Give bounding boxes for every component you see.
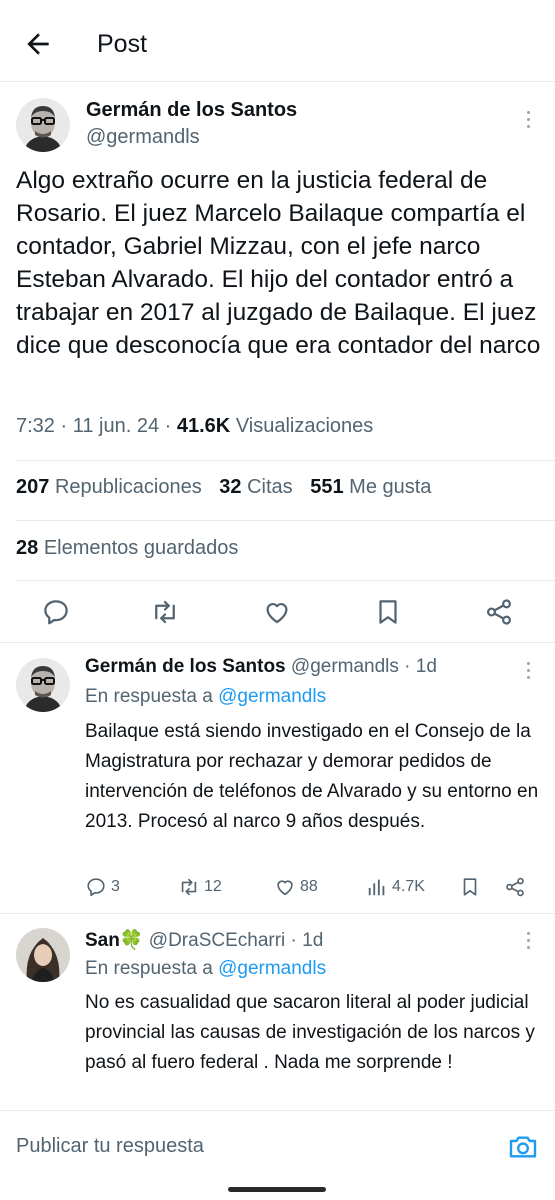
author-name[interactable]: Germán de los Santos [86,99,297,122]
repost-icon[interactable] [150,597,180,627]
arrow-left-icon[interactable] [22,28,54,60]
reply-input[interactable] [16,1129,486,1163]
reply-age: 1d [415,656,437,677]
more-vertical-icon[interactable] [524,111,532,133]
quotes-stat[interactable]: 32 Citas [219,476,292,498]
meta-separator: · [54,415,73,437]
reply-author-name[interactable]: San🍀 [85,930,144,951]
reply-header: Germán de los Santos @germandls · 1d [85,656,437,678]
reply-author-handle[interactable]: @germandls [291,656,399,677]
reply-to-link[interactable]: @germandls [218,686,326,707]
bookmarks-stat[interactable]: 28 Elementos guardados [16,537,238,560]
reply-author-handle[interactable]: @DraSCEcharri [149,930,285,951]
share-icon[interactable] [484,597,514,627]
post-date: 11 jun. 24 [72,415,160,437]
views-count: 4.7K [392,878,425,895]
meta-separator: · [285,930,303,951]
reply-composer [0,1110,555,1180]
avatar[interactable] [16,98,70,152]
reply-age: 1d [302,930,324,951]
camera-icon[interactable] [507,1131,539,1163]
reply-author-name[interactable]: Germán de los Santos [85,656,286,677]
meta-separator: · [159,415,177,437]
home-indicator [228,1187,326,1192]
post-meta: 7:32 · 11 jun. 24 · 41.6K Visualizacione… [16,415,373,438]
reply-icon[interactable] [41,597,71,627]
repost-button[interactable]: 12 [178,875,222,899]
meta-separator: · [398,656,416,677]
post-time: 7:32 [16,415,55,437]
reply-context: En respuesta a @germandls [85,686,327,707]
divider [0,913,555,914]
divider [16,460,555,461]
page-title: Post [97,30,148,58]
reply-header: San🍀 @DraSCEcharri · 1d [85,928,323,952]
likes-stat[interactable]: 551 Me gusta [310,476,431,498]
more-vertical-icon[interactable] [524,662,532,684]
reply-count: 3 [111,878,120,895]
like-button[interactable]: 88 [274,875,318,899]
reply-button[interactable]: 3 [85,875,120,899]
divider [16,520,555,521]
reply-text: No es casualidad que sacaron literal al … [85,992,535,1073]
divider [16,580,555,581]
views-count: 41.6K [176,415,231,437]
reply-text: Bailaque está siendo investigado en el C… [85,721,539,832]
divider [0,642,555,643]
bookmark-icon[interactable] [459,875,481,899]
heart-icon[interactable] [262,597,292,627]
like-count: 88 [300,878,318,895]
views-button[interactable]: 4.7K [366,875,425,899]
share-icon[interactable] [504,875,526,899]
top-bar: Post [0,0,555,82]
reposts-stat[interactable]: 207 Republicaciones [16,476,202,498]
reply-to-link[interactable]: @germandls [218,958,326,979]
bookmark-icon[interactable] [373,597,403,627]
post-text: Algo extraño ocurre en la justicia feder… [16,167,541,359]
more-vertical-icon[interactable] [524,932,532,954]
avatar[interactable] [16,658,70,712]
author-handle[interactable]: @germandls [86,126,200,149]
repost-count: 12 [204,878,222,895]
avatar[interactable] [16,928,70,982]
engagement-stats: 207 Republicaciones 32 Citas 551 Me gust… [16,476,443,499]
reply-context: En respuesta a @germandls [85,958,327,979]
views-label: Visualizaciones [235,415,374,437]
